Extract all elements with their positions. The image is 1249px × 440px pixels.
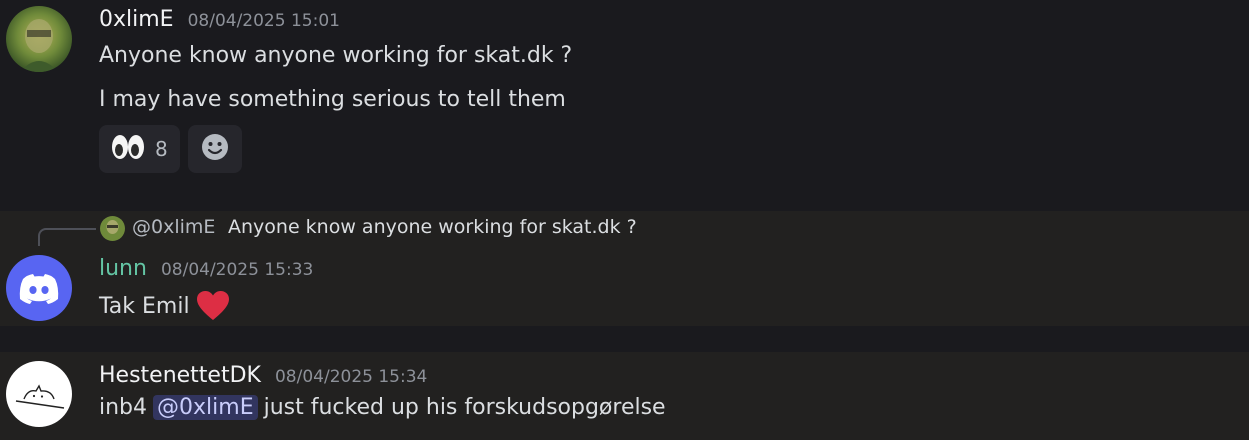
- avatar[interactable]: [6, 361, 72, 427]
- reply-avatar[interactable]: [100, 216, 125, 241]
- message-text-before: inb4: [99, 395, 148, 420]
- reply-spine: [38, 228, 96, 246]
- reactions: 8: [99, 125, 242, 173]
- timestamp: 08/04/2025 15:33: [160, 260, 314, 280]
- timestamp: 08/04/2025 15:34: [274, 367, 428, 387]
- reaction-eyes[interactable]: 8: [99, 125, 180, 173]
- reply-text[interactable]: Anyone know anyone working for skat.dk ?: [228, 216, 637, 238]
- username[interactable]: HestenettetDK: [99, 363, 261, 388]
- smiley-icon: [200, 132, 230, 167]
- message-text: I may have something serious to tell the…: [99, 87, 566, 112]
- timestamp: 08/04/2025 15:01: [187, 11, 340, 31]
- message-text: Tak Emil: [99, 290, 230, 322]
- message-text: Anyone know anyone working for skat.dk ?: [99, 43, 573, 68]
- add-reaction-button[interactable]: [187, 125, 242, 173]
- reply-mention[interactable]: @0xlimE: [132, 216, 215, 238]
- message-header: lunn 08/04/2025 15:33: [99, 256, 313, 281]
- user-mention[interactable]: @0xlimE: [153, 395, 258, 420]
- eyes-emoji-icon: [111, 134, 145, 165]
- username[interactable]: lunn: [99, 256, 147, 281]
- avatar[interactable]: [6, 6, 72, 72]
- heart-emoji-icon: [196, 290, 230, 322]
- chat-log: 0xlimE 08/04/2025 15:01 Anyone know anyo…: [0, 0, 1249, 440]
- reaction-count: 8: [155, 137, 168, 161]
- message-text-content: Tak Emil: [99, 293, 190, 319]
- message-text: inb4 @0xlimE just fucked up his forskuds…: [99, 395, 666, 420]
- username[interactable]: 0xlimE: [99, 7, 174, 32]
- message-item[interactable]: 0xlimE 08/04/2025 15:01 Anyone know anyo…: [0, 0, 1249, 190]
- message-text-after: just fucked up his forskudsopgørelse: [263, 395, 666, 420]
- message-header: 0xlimE 08/04/2025 15:01: [99, 7, 340, 32]
- avatar[interactable]: [6, 255, 72, 321]
- message-header: HestenettetDK 08/04/2025 15:34: [99, 363, 427, 388]
